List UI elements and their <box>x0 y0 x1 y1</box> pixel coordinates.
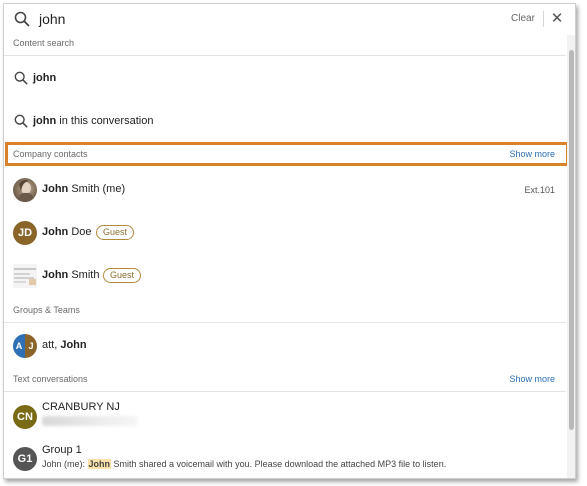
contact-row[interactable]: JD John Doe Guest <box>4 220 566 246</box>
results-list[interactable]: Content search john john in this convers… <box>4 35 569 478</box>
conversation-row[interactable]: G1 Group 1 John (me): John Smith shared … <box>4 443 566 473</box>
query-in-conversation-text: john in this conversation <box>33 115 154 127</box>
contact-name: John Smith (me) <box>42 183 126 195</box>
section-label: Text conversations <box>13 374 88 384</box>
section-label: Content search <box>13 38 75 48</box>
close-icon[interactable]: ✕ <box>550 10 564 28</box>
conversation-row[interactable]: CN CRANBURY NJ <box>4 401 566 431</box>
section-label: Groups & Teams <box>13 305 80 315</box>
search-icon <box>14 11 30 27</box>
search-bar: john Clear ✕ <box>4 4 575 35</box>
section-header-text-conversations: Text conversations Show more <box>4 371 566 389</box>
guest-badge: Guest <box>96 225 135 240</box>
contact-row[interactable]: John Smith (me) Ext.101 <box>4 177 566 203</box>
clear-button[interactable]: Clear <box>511 13 535 24</box>
conversation-title: CRANBURY NJ <box>42 401 120 413</box>
content-search-in-conversation[interactable]: john in this conversation <box>4 111 566 131</box>
avatar-right-initial: J <box>25 334 37 358</box>
divider <box>4 391 566 392</box>
avatar-initials: G1 <box>13 447 37 471</box>
show-more-link[interactable]: Show more <box>509 374 555 384</box>
contact-row[interactable]: John Smith Guest <box>4 263 566 289</box>
divider <box>4 322 566 323</box>
contact-name: John Doe <box>42 226 92 238</box>
search-input[interactable]: john <box>39 11 65 27</box>
section-header-content-search: Content search <box>4 35 566 53</box>
conversation-preview: John (me): John Smith shared a voicemail… <box>42 459 447 469</box>
group-name: att, John <box>42 339 87 351</box>
search-icon <box>14 114 28 128</box>
group-row[interactable]: A J att, John <box>4 333 566 359</box>
conversation-title: Group 1 <box>42 444 82 456</box>
avatar-left-initial: A <box>13 334 25 358</box>
divider <box>543 11 544 27</box>
avatar-photo <box>13 178 37 202</box>
extension-number: Ext.101 <box>524 185 555 195</box>
avatar-split: A J <box>13 334 37 358</box>
search-icon <box>14 71 28 85</box>
scrollbar-thumb[interactable] <box>569 50 574 430</box>
avatar-initials: JD <box>13 221 37 245</box>
section-header-groups-teams: Groups & Teams <box>4 302 566 320</box>
contact-name: John Smith <box>42 269 100 281</box>
avatar-initials: CN <box>13 405 37 429</box>
guest-badge: Guest <box>103 268 142 283</box>
search-popup: john Clear ✕ Content search john john in… <box>3 3 576 479</box>
divider <box>4 55 566 56</box>
highlight-annotation <box>5 142 569 166</box>
avatar-image <box>13 264 37 288</box>
query-text: john <box>33 72 57 84</box>
redacted-preview <box>42 416 138 426</box>
content-search-query[interactable]: john <box>4 68 566 88</box>
